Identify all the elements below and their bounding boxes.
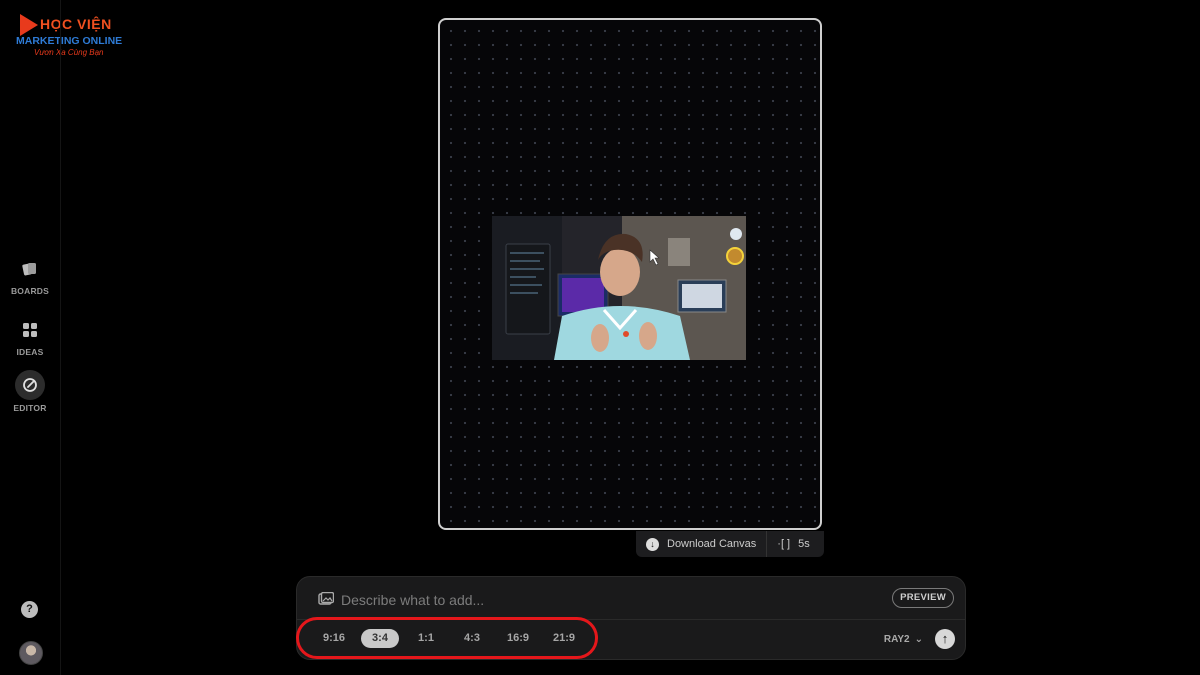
prompt-panel: PREVIEW 9:16 3:4 1:1 4:3 16:9 21:9 RAY2 … bbox=[296, 576, 966, 660]
ratio-1-1[interactable]: 1:1 bbox=[407, 629, 445, 648]
ratio-21-9[interactable]: 21:9 bbox=[545, 629, 583, 648]
download-canvas-button[interactable]: ↓ Download Canvas bbox=[636, 531, 768, 557]
ratio-9-16[interactable]: 9:16 bbox=[315, 629, 353, 648]
add-image-icon[interactable] bbox=[318, 591, 335, 611]
ratio-16-9[interactable]: 16:9 bbox=[499, 629, 537, 648]
video-thumbnail-image bbox=[492, 216, 746, 360]
duration-label: 5s bbox=[798, 538, 810, 550]
ratio-3-4[interactable]: 3:4 bbox=[361, 629, 399, 648]
sidebar-item-editor[interactable]: EDITOR bbox=[0, 370, 60, 413]
duration-icon: ·[ ] bbox=[777, 538, 791, 550]
video-frame[interactable] bbox=[492, 216, 746, 360]
help-icon[interactable]: ? bbox=[21, 601, 38, 618]
aspect-ratio-selector: 9:16 3:4 1:1 4:3 16:9 21:9 bbox=[315, 629, 591, 648]
divider bbox=[297, 619, 965, 620]
sidebar-item-label: IDEAS bbox=[16, 347, 44, 357]
sidebar-item-ideas[interactable]: IDEAS bbox=[0, 314, 60, 357]
duration-button[interactable]: ·[ ] 5s bbox=[767, 538, 819, 550]
editor-canvas[interactable] bbox=[438, 18, 822, 530]
send-button[interactable]: ↑ bbox=[935, 629, 955, 649]
download-canvas-label: Download Canvas bbox=[667, 538, 757, 550]
sidebar-item-boards[interactable]: BOARDS bbox=[0, 253, 60, 296]
avatar[interactable] bbox=[19, 641, 43, 665]
sidebar: BOARDS IDEAS EDITOR ? bbox=[0, 0, 61, 675]
boards-icon bbox=[14, 253, 46, 285]
download-icon: ↓ bbox=[646, 537, 659, 551]
model-selector[interactable]: RAY2 ⌄ bbox=[884, 634, 923, 645]
sidebar-item-label: BOARDS bbox=[10, 286, 50, 296]
prompt-input[interactable] bbox=[339, 588, 823, 612]
model-label: RAY2 bbox=[883, 634, 910, 645]
ideas-icon bbox=[14, 314, 46, 346]
arrow-up-icon: ↑ bbox=[941, 631, 949, 646]
editor-icon bbox=[15, 370, 45, 400]
canvas-toolbar: ↓ Download Canvas ·[ ] 5s bbox=[636, 531, 824, 557]
sidebar-item-label: EDITOR bbox=[13, 403, 47, 413]
chevron-down-icon: ⌄ bbox=[914, 634, 923, 645]
ratio-4-3[interactable]: 4:3 bbox=[453, 629, 491, 648]
preview-button[interactable]: PREVIEW bbox=[892, 588, 954, 608]
